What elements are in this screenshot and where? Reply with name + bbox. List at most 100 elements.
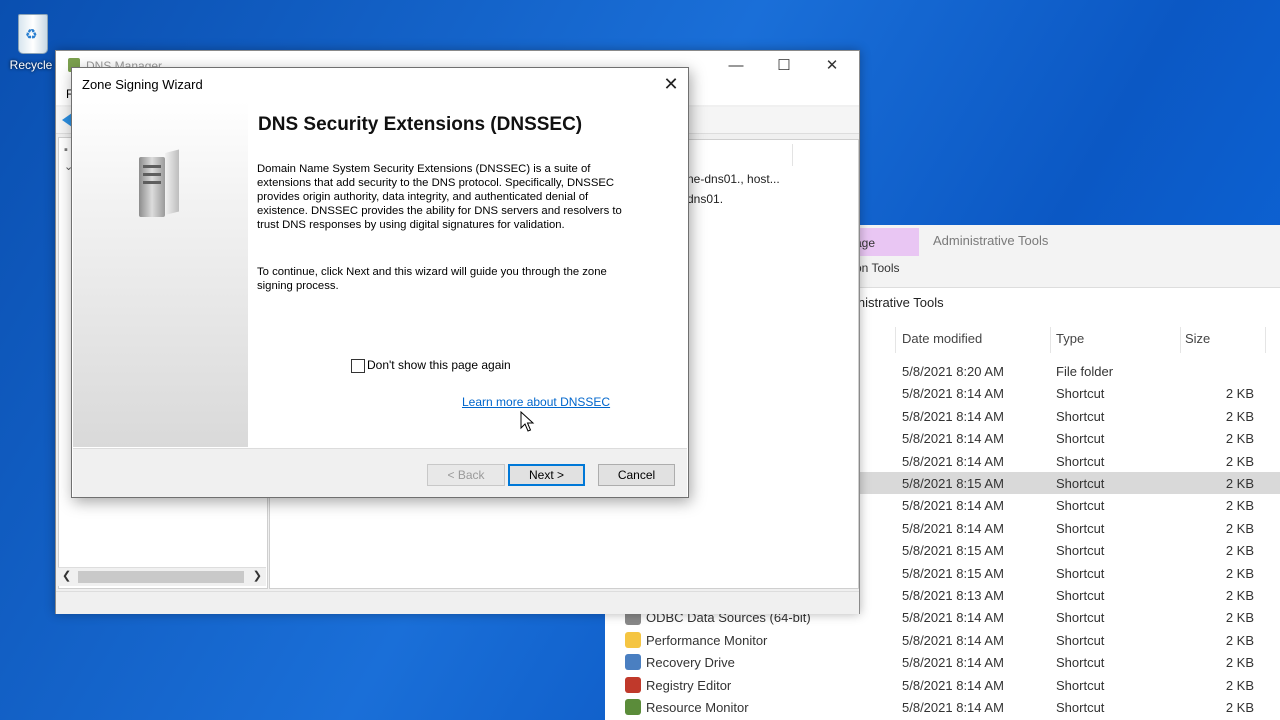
table-row[interactable]: Performance Monitor 5/8/2021 8:14 AM Short…: [605, 629, 1280, 651]
wizard-heading: DNS Security Extensions (DNSSEC): [258, 114, 583, 135]
shortcut-icon: [625, 631, 641, 648]
minimize-button[interactable]: —: [713, 55, 759, 77]
cell-size: 2 KB: [1225, 498, 1254, 514]
cell-type: Shortcut: [1056, 453, 1105, 469]
cell-size: 2 KB: [1225, 565, 1254, 581]
learn-more-dnssec-link[interactable]: Learn more about DNSSEC: [462, 395, 610, 409]
cell-date: 5/8/2021 8:14 AM: [902, 677, 1004, 693]
recycle-bin-label: Recycle: [9, 58, 53, 72]
cell-type: Shortcut: [1056, 655, 1105, 671]
close-button[interactable]: ✕: [809, 55, 855, 77]
cell-type: Shortcut: [1056, 632, 1105, 648]
cell-date: 5/8/2021 8:14 AM: [902, 632, 1004, 648]
cell-size: 2 KB: [1225, 677, 1254, 693]
wizard-side-panel: [73, 101, 248, 447]
cell-type: Shortcut: [1056, 520, 1105, 536]
table-row[interactable]: Registry Editor 5/8/2021 8:14 AM Shortcut 2…: [605, 674, 1280, 696]
cell-date: 5/8/2021 8:14 AM: [902, 386, 1004, 402]
cell-name: Recovery Drive: [646, 655, 735, 671]
shortcut-icon: [625, 654, 641, 671]
cell-type: Shortcut: [1056, 700, 1105, 715]
cell-type: Shortcut: [1056, 408, 1105, 424]
cell-size: 2 KB: [1225, 543, 1254, 559]
dont-show-again-checkbox[interactable]: [351, 359, 365, 373]
cell-size: 2 KB: [1225, 588, 1254, 603]
column-separator[interactable]: [895, 327, 896, 353]
cell-date: 5/8/2021 8:14 AM: [902, 498, 1004, 514]
shortcut-icon: [625, 699, 641, 715]
cell-type: Shortcut: [1056, 476, 1105, 491]
cell-size: 2 KB: [1225, 632, 1254, 648]
cell-date: 5/8/2021 8:14 AM: [902, 655, 1004, 671]
server-icon: [139, 149, 179, 219]
cell-size: 2 KB: [1225, 408, 1254, 424]
cell-size: 2 KB: [1225, 655, 1254, 671]
cell-type: Shortcut: [1056, 431, 1105, 447]
column-separator[interactable]: [1265, 327, 1266, 353]
cell-type: File folder: [1056, 364, 1114, 379]
zone-signing-wizard-dialog: Zone Signing Wizard ✕ DNS Security Exten…: [71, 67, 689, 498]
cell-type: Shortcut: [1056, 498, 1105, 514]
cell-type: Shortcut: [1056, 588, 1105, 603]
column-header-size[interactable]: Size: [1185, 331, 1210, 346]
cell-date: 5/8/2021 8:14 AM: [902, 408, 1004, 424]
table-row[interactable]: Recovery Drive 5/8/2021 8:14 AM Shortcut 2 …: [605, 651, 1280, 673]
wizard-title: Zone Signing Wizard: [82, 77, 203, 92]
cell-size: 2 KB: [1225, 453, 1254, 469]
cell-type: Shortcut: [1056, 565, 1105, 581]
column-separator[interactable]: [1180, 327, 1181, 353]
cancel-button[interactable]: Cancel: [598, 464, 675, 486]
tab-manage[interactable]: age: [855, 228, 919, 256]
cell-date: 5/8/2021 8:14 AM: [902, 453, 1004, 469]
column-separator[interactable]: [792, 144, 793, 166]
cell-size: 2 KB: [1225, 610, 1254, 626]
next-button[interactable]: Next >: [508, 464, 585, 486]
explorer-address-bar[interactable]: inistrative Tools: [855, 295, 944, 310]
column-header-type[interactable]: Type: [1056, 331, 1084, 346]
cell-date: 5/8/2021 8:14 AM: [902, 700, 1004, 715]
recycle-bin-icon: ♻: [11, 8, 51, 54]
wizard-instructions: To continue, click Next and this wizard …: [257, 266, 607, 292]
cell-size: 2 KB: [1225, 431, 1254, 447]
cell-size: 2 KB: [1225, 386, 1254, 402]
dns-statusbar: [56, 591, 859, 614]
cell-type: Shortcut: [1056, 386, 1105, 402]
tab-application-tools[interactable]: on Tools: [855, 261, 899, 275]
cell-date: 5/8/2021 8:15 AM: [902, 543, 1004, 559]
cell-type: Shortcut: [1056, 677, 1105, 693]
scroll-right-icon[interactable]: ❯: [253, 569, 262, 582]
table-row[interactable]: Resource Monitor 5/8/2021 8:14 AM Shortcut…: [605, 696, 1280, 718]
mouse-cursor-icon: [520, 411, 535, 432]
cell-date: 5/8/2021 8:15 AM: [902, 476, 1004, 491]
detail-record-data: ne-dns01., host...: [687, 172, 780, 186]
cell-size: 2 KB: [1225, 520, 1254, 536]
tree-horizontal-scrollbar[interactable]: ❮ ❯: [58, 567, 266, 586]
column-header-date[interactable]: Date modified: [902, 331, 982, 346]
back-button[interactable]: < Back: [427, 464, 505, 486]
wizard-description: Domain Name System Security Extensions (…: [257, 163, 622, 231]
column-separator[interactable]: [1050, 327, 1051, 353]
cell-type: Shortcut: [1056, 610, 1105, 626]
wizard-close-button[interactable]: ✕: [658, 72, 684, 96]
cell-date: 5/8/2021 8:13 AM: [902, 588, 1004, 603]
cell-date: 5/8/2021 8:15 AM: [902, 565, 1004, 581]
wizard-button-bar: < Back Next > Cancel: [73, 448, 687, 497]
cell-name: Performance Monitor: [646, 632, 768, 648]
explorer-title: Administrative Tools: [933, 233, 1049, 248]
cell-size: 2 KB: [1225, 476, 1254, 491]
dont-show-again-label[interactable]: Don't show this page again: [367, 358, 511, 372]
scroll-thumb[interactable]: [78, 571, 244, 583]
cell-date: 5/8/2021 8:14 AM: [902, 520, 1004, 536]
maximize-button[interactable]: ☐: [761, 55, 807, 77]
tree-node-icon[interactable]: ▪: [64, 144, 68, 156]
scroll-left-icon[interactable]: ❮: [62, 569, 71, 582]
recycle-bin-shortcut[interactable]: ♻ Recycle: [4, 8, 58, 72]
cell-date: 5/8/2021 8:14 AM: [902, 431, 1004, 447]
cell-type: Shortcut: [1056, 543, 1105, 559]
cell-date: 5/8/2021 8:20 AM: [902, 364, 1004, 379]
cell-size: 2 KB: [1225, 700, 1254, 715]
cell-name: Resource Monitor: [646, 700, 749, 715]
cell-name: Registry Editor: [646, 677, 732, 693]
detail-record-data: dns01.: [687, 192, 724, 206]
shortcut-icon: [625, 676, 641, 693]
